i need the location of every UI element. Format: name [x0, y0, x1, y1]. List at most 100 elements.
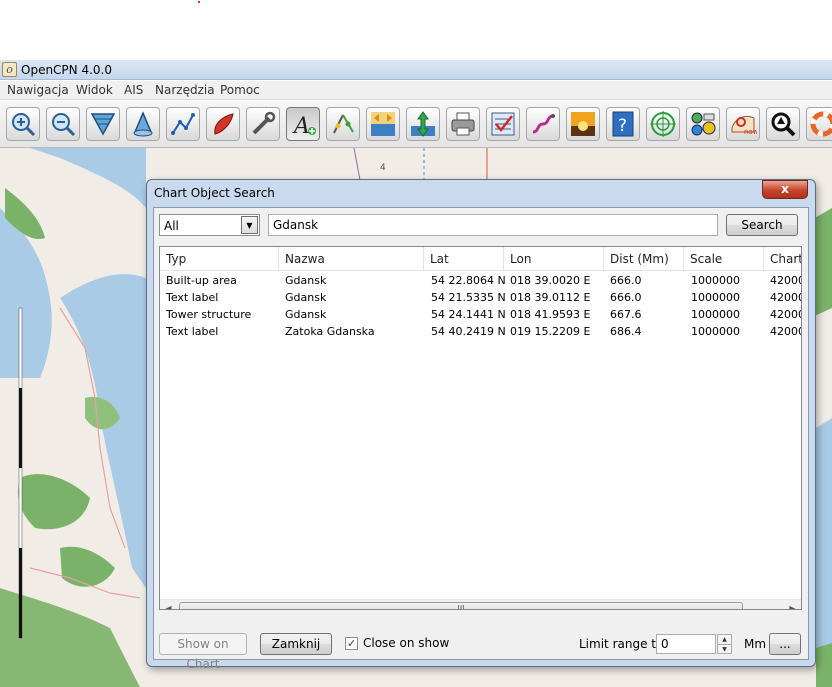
limit-range-unit: Mm [744, 637, 767, 651]
scroll-right-icon[interactable]: ▶ [784, 600, 801, 609]
cell-lon: 019 15.2209 E [510, 325, 591, 338]
tide-icon [371, 112, 395, 136]
tide-height-button[interactable] [406, 107, 440, 141]
chart-object-search-dialog: Chart Object Search x All ▼ Gdansk Searc… [146, 179, 816, 671]
chart-quilt-button[interactable] [86, 107, 120, 141]
cell-nazwa: Gdansk [285, 308, 327, 321]
filter-select[interactable]: All ▼ [159, 214, 260, 236]
column-header-scale[interactable]: Scale [684, 247, 764, 271]
track-icon [532, 114, 555, 134]
svg-text:4: 4 [380, 163, 386, 173]
column-header-dist[interactable]: Dist (Mm) [604, 247, 684, 271]
cell-scale: 1000000 [691, 274, 740, 287]
current-button[interactable] [326, 107, 360, 141]
menu-nawigacja[interactable]: Nawigacja [7, 83, 69, 97]
svg-text:now: now [744, 128, 757, 136]
print-button[interactable] [446, 107, 480, 141]
cell-chart: 42000 [770, 308, 802, 321]
show-on-chart-button[interactable]: Show on Chart [159, 633, 247, 671]
table-row[interactable]: Built-up area Gdansk 54 22.8064 N 018 39… [160, 273, 801, 290]
spin-down-icon[interactable]: ▼ [718, 644, 731, 653]
cell-typ: Tower structure [166, 308, 252, 321]
menu-ais[interactable]: AIS [124, 83, 143, 97]
cell-scale: 1000000 [691, 291, 740, 304]
dialog-titlebar[interactable]: Chart Object Search x [147, 180, 815, 206]
close-on-show-checkbox[interactable]: ✓ [345, 637, 358, 650]
radar-button[interactable] [646, 107, 680, 141]
man-overboard-button[interactable] [806, 107, 832, 141]
track-button[interactable] [526, 107, 560, 141]
print-icon [451, 112, 475, 136]
limit-range-input[interactable]: 0 [656, 634, 716, 654]
dialog-body: All ▼ Gdansk Search Typ Nazwa Lat Lon Di… [153, 207, 809, 671]
svg-text:?: ? [618, 116, 627, 136]
menu-widok[interactable]: Widok [76, 83, 113, 97]
cell-dist: 666.0 [610, 274, 642, 287]
dashboard-button[interactable] [686, 107, 720, 141]
search-button[interactable]: Search [726, 214, 798, 236]
column-header-nazwa[interactable]: Nazwa [279, 247, 424, 271]
checkmark-icon: ✓ [346, 637, 357, 650]
table-row[interactable]: Text label Gdansk 54 21.5335 N 018 39.01… [160, 290, 802, 307]
scroll-left-icon[interactable]: ◀ [160, 600, 177, 609]
cell-lat: 54 22.8064 N [431, 274, 506, 287]
cell-typ: Text label [166, 291, 219, 304]
horizontal-scrollbar[interactable]: ◀ III ▶ [160, 599, 801, 609]
close-dialog-button[interactable]: Zamknij [260, 633, 332, 655]
more-options-button[interactable]: ... [769, 633, 801, 655]
auto-follow-icon [214, 113, 234, 135]
route-icon [171, 113, 195, 135]
close-on-show-label[interactable]: Close on show [363, 636, 449, 650]
table-row[interactable]: Text label Zatoka Gdanska 54 40.2419 N 0… [160, 324, 801, 341]
column-header-lon[interactable]: Lon [504, 247, 604, 271]
column-header-lat[interactable]: Lat [424, 247, 504, 271]
dialog-close-button[interactable]: x [762, 180, 808, 199]
settings-button[interactable] [246, 107, 280, 141]
limit-range-spinner[interactable]: ▲ ▼ [717, 634, 732, 654]
dashboard-icon [691, 112, 716, 136]
zoom-in-button[interactable] [6, 107, 40, 141]
svg-text:A: A [292, 114, 310, 138]
waypoint-icon [133, 111, 153, 137]
cell-nazwa: Zatoka Gdanska [285, 325, 375, 338]
cell-dist: 666.0 [610, 291, 642, 304]
chart-downloader-button[interactable]: now [726, 107, 760, 141]
stray-pixel [198, 1, 200, 3]
menubar: Nawigacja Widok AIS Narzędzia Pomoc [0, 81, 832, 100]
menu-narzedzia[interactable]: Narzędzia [155, 83, 215, 97]
dialog-title: Chart Object Search [154, 186, 275, 200]
zoom-in-icon [12, 113, 36, 137]
spin-up-icon[interactable]: ▲ [718, 635, 731, 644]
cell-chart: 42000 [770, 291, 802, 304]
scroll-thumb[interactable]: III [179, 602, 743, 609]
route-button[interactable] [166, 107, 200, 141]
menu-pomoc[interactable]: Pomoc [220, 83, 260, 97]
column-header-chart[interactable]: Chart [764, 247, 801, 271]
results-list[interactable]: Typ Nazwa Lat Lon Dist (Mm) Scale Chart … [159, 246, 802, 610]
cell-dist: 667.6 [610, 308, 642, 321]
cell-nazwa: Gdansk [285, 274, 327, 287]
opencpn-logo-icon: o [2, 62, 17, 77]
chart-quilt-icon [90, 113, 116, 136]
table-row[interactable]: Tower structure Gdansk 54 24.1441 N 018 … [160, 307, 802, 324]
man-overboard-icon [810, 111, 832, 137]
text-icon: A [292, 114, 316, 138]
cell-scale: 1000000 [691, 308, 740, 321]
waypoint-button[interactable] [126, 107, 160, 141]
chevron-down-icon[interactable]: ▼ [241, 216, 258, 234]
column-header-typ[interactable]: Typ [160, 247, 279, 271]
zoom-out-button[interactable] [46, 107, 80, 141]
help-button[interactable]: ? [606, 107, 640, 141]
cell-nazwa: Gdansk [285, 291, 327, 304]
tide-button[interactable] [366, 107, 400, 141]
text-toggle-button[interactable]: A [286, 107, 320, 141]
cell-lat: 54 21.5335 N [431, 291, 506, 304]
app-titlebar: o OpenCPN 4.0.0 [0, 60, 832, 80]
route-manager-icon [491, 112, 515, 136]
color-scheme-button[interactable] [566, 107, 600, 141]
auto-follow-button[interactable] [206, 107, 240, 141]
object-search-button[interactable] [766, 107, 800, 141]
search-input[interactable]: Gdansk [268, 214, 718, 236]
route-manager-button[interactable] [486, 107, 520, 141]
filter-select-value: All [164, 219, 179, 233]
